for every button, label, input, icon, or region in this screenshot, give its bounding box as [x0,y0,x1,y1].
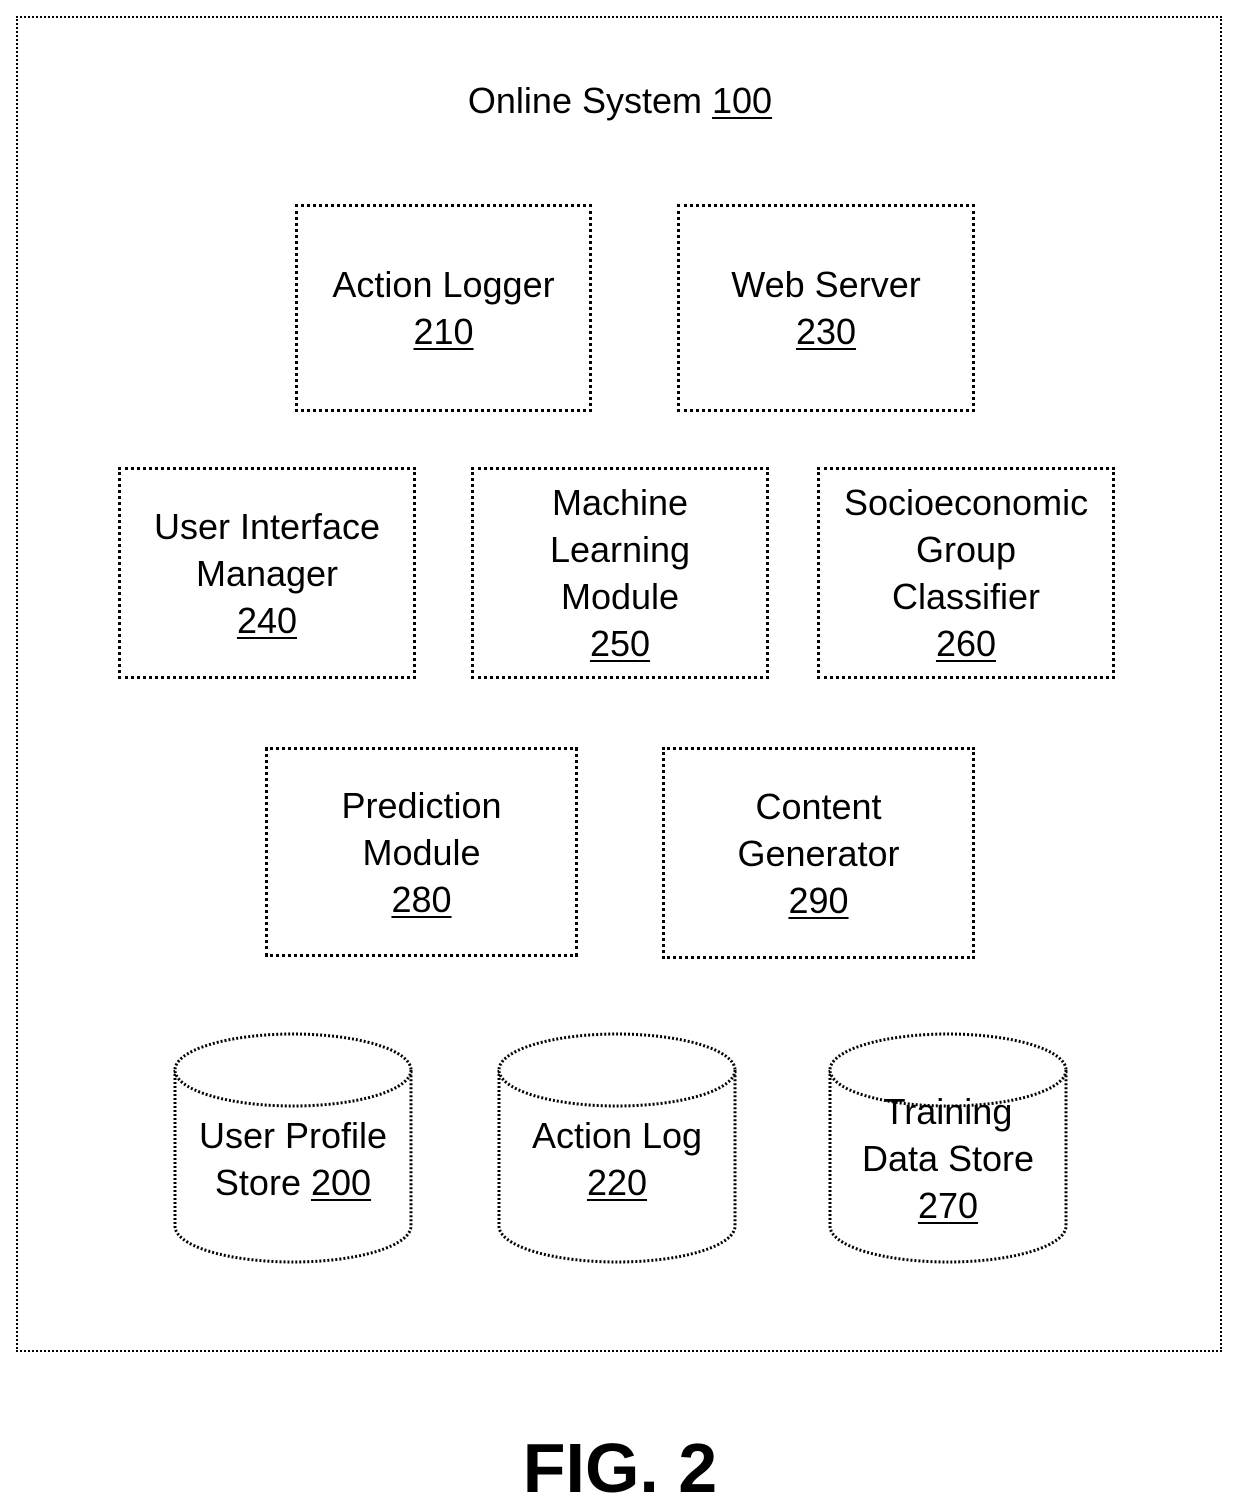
module-label: Action Logger [332,264,555,305]
module-machine-learning-module: Machine Learning Module 250 [471,467,769,679]
module-web-server: Web Server 230 [677,204,975,412]
module-ref: 250 [589,623,651,664]
module-label: Module [362,831,481,873]
store-training-data-store: Training Data Store 270 [828,1030,1068,1266]
module-ref: 290 [788,879,849,921]
module-label: Content [755,785,882,827]
module-ref: 210 [413,311,474,352]
module-label: Machine [551,482,689,523]
module-label: Web Server [731,264,921,305]
module-label: User Interface [153,505,381,547]
system-label: Online System [467,80,702,121]
module-label: Socioeconomic [843,482,1089,523]
module-action-logger: Action Logger 210 [295,204,592,412]
system-ref: 100 [712,80,773,121]
store-label: Action Log 220 [497,1112,737,1206]
module-label: Module [560,576,680,617]
module-ref: 240 [236,599,298,641]
module-user-interface-manager: User Interface Manager 240 [118,467,416,679]
module-content-generator: Content Generator 290 [662,747,975,959]
store-user-profile-store: User Profile Store 200 [173,1030,413,1266]
module-label: Classifier [891,576,1041,617]
figure-label: FIG. 2 [522,1429,718,1507]
module-prediction-module: Prediction Module 280 [265,747,578,957]
system-title: Online System 100 [0,80,1240,122]
store-action-log: Action Log 220 [497,1030,737,1266]
store-ref: 270 [917,1185,979,1226]
module-socioeconomic-group-classifier: Socioeconomic Group Classifier 260 [817,467,1115,679]
store-ref: 220 [586,1162,648,1203]
store-label: User Profile Store 200 [198,1115,388,1203]
module-label: Prediction [341,784,502,826]
module-label: Group [915,529,1017,570]
store-ref: 200 [310,1162,372,1203]
module-label: Generator [737,832,900,874]
module-ref: 230 [795,311,857,352]
module-ref: 260 [935,623,997,664]
module-label: Learning [549,529,691,570]
module-label: Manager [195,552,339,594]
module-ref: 280 [391,878,452,920]
store-label: Training Data Store 270 [828,1088,1068,1229]
